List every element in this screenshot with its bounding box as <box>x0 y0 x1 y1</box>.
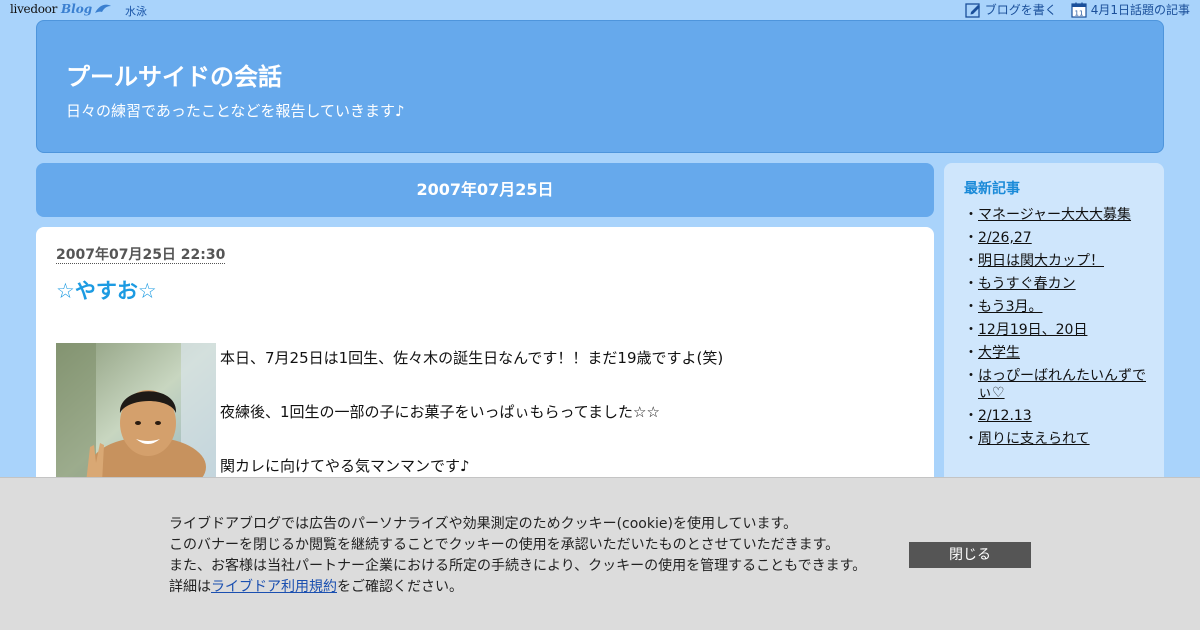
sidebar: 最新記事 ・マネージャー大大大募集 ・ 2/26,27 ・明日は関大カップ！ ・も… <box>944 163 1164 503</box>
post-body-line: 関カレに向けてやる気マンマンです♪ <box>220 457 470 475</box>
blog-title[interactable]: プールサイドの会話 <box>66 57 282 92</box>
recent-article-link[interactable]: 2/12.13 <box>978 408 1032 425</box>
category-link[interactable]: 水泳 <box>125 3 147 19</box>
logo-blog-text: Blog <box>61 2 93 16</box>
post-body-line: 夜練後、1回生の一部の子にお菓子をいっぱぃもらってました☆☆ <box>220 403 660 421</box>
post-photo[interactable] <box>56 343 216 483</box>
recent-articles-title: 最新記事 <box>964 181 1020 197</box>
recent-article-link[interactable]: はっぴーばれんたいんずでぃ♡ <box>978 368 1154 402</box>
dolphin-icon <box>95 4 112 13</box>
date-heading: 2007年07月25日 <box>416 180 554 199</box>
recent-articles-list: ・マネージャー大大大募集 ・ 2/26,27 ・明日は関大カップ！ ・もうすぐ春カ… <box>964 207 1154 454</box>
cookie-text-line: また、お客様は当社パートナー企業における所定の手続きにより、クッキーの使用を管理… <box>169 558 867 574</box>
post-body-line: 本日、7月25日は1回生、佐々木の誕生日なんです！！まだ19歳ですよ(笑) <box>220 349 724 367</box>
recent-article-link[interactable]: 2/26,27 <box>978 230 1032 247</box>
cookie-banner: ライブドアブログでは広告のパーソナライズや効果測定のためクッキー(cookie)… <box>0 477 1200 630</box>
blog-description: 日々の練習であったことなどを報告していきます♪ <box>66 102 405 120</box>
write-blog-link[interactable]: ブログを書く <box>965 1 1057 18</box>
logo-text: livedoor <box>10 2 58 16</box>
topic-article-label: 4月1日話題の記事 <box>1090 3 1190 17</box>
cookie-text-line: ライブドアブログでは広告のパーソナライズや効果測定のためクッキー(cookie)… <box>169 516 798 532</box>
cookie-notice: ライブドアブログでは広告のパーソナライズや効果測定のためクッキー(cookie)… <box>169 514 866 598</box>
list-item: ・もう3月。 <box>964 299 1154 316</box>
bullet: ・ <box>964 431 978 447</box>
list-item: ・大学生 <box>964 345 1154 362</box>
list-item: ・もうすぐ春カン <box>964 276 1154 293</box>
blog-header: プールサイドの会話 日々の練習であったことなどを報告していきます♪ <box>36 20 1164 153</box>
pencil-edit-icon <box>965 2 980 18</box>
write-blog-label: ブログを書く <box>984 3 1057 17</box>
close-button[interactable]: 閉じる <box>909 542 1031 568</box>
bullet: ・ <box>964 299 978 315</box>
bullet: ・ <box>964 230 978 246</box>
bullet: ・ <box>964 408 978 424</box>
bullet: ・ <box>964 276 978 292</box>
list-item: ・マネージャー大大大募集 <box>964 207 1154 224</box>
recent-article-link[interactable]: 大学生 <box>978 345 1020 362</box>
list-item: ・明日は関大カップ！ <box>964 253 1154 270</box>
bullet: ・ <box>964 368 978 384</box>
recent-article-link[interactable]: 明日は関大カップ！ <box>978 253 1104 270</box>
recent-article-link[interactable]: マネージャー大大大募集 <box>978 207 1131 224</box>
terms-link[interactable]: ライブドア利用規約 <box>211 579 337 595</box>
post-title[interactable]: ☆やすお☆ <box>56 275 157 305</box>
calendar-day: 11 <box>1074 9 1083 17</box>
cookie-text-line: このバナーを閉じるか閲覧を継続することでクッキーの使用を承認いただいたものとさせ… <box>169 537 840 553</box>
recent-article-link[interactable]: もうすぐ春カン <box>978 276 1076 293</box>
details-prefix: 詳細は <box>169 579 211 595</box>
livedoor-blog-logo[interactable]: livedoor Blog <box>10 1 112 17</box>
calendar-icon: 11 <box>1071 2 1087 18</box>
list-item: ・周りに支えられて <box>964 431 1154 448</box>
bullet: ・ <box>964 322 978 338</box>
list-item: ・ 2/26,27 <box>964 230 1154 247</box>
recent-article-link[interactable]: もう3月。 <box>978 299 1043 316</box>
recent-article-link[interactable]: 周りに支えられて <box>978 431 1090 448</box>
cookie-text-line: 詳細はライブドア利用規約をご確認ください。 <box>169 577 866 598</box>
photo-image <box>56 343 216 483</box>
bullet: ・ <box>964 207 978 223</box>
post-timestamp[interactable]: 2007年07月25日 22:30 <box>56 247 226 264</box>
top-bar: livedoor Blog 水泳 ブログを書く 11 4月1日話題の記事 <box>0 0 1200 20</box>
list-item: ・はっぴーばれんたいんずでぃ♡ <box>964 368 1154 402</box>
list-item: ・ 12月19日、20日 <box>964 322 1154 339</box>
bullet: ・ <box>964 253 978 269</box>
list-item: ・ 2/12.13 <box>964 408 1154 425</box>
details-suffix: をご確認ください。 <box>337 579 463 595</box>
bullet: ・ <box>964 345 978 361</box>
topic-article-link[interactable]: 11 4月1日話題の記事 <box>1071 1 1190 18</box>
recent-article-link[interactable]: 12月19日、20日 <box>978 322 1087 339</box>
date-bar: 2007年07月25日 <box>36 163 934 217</box>
